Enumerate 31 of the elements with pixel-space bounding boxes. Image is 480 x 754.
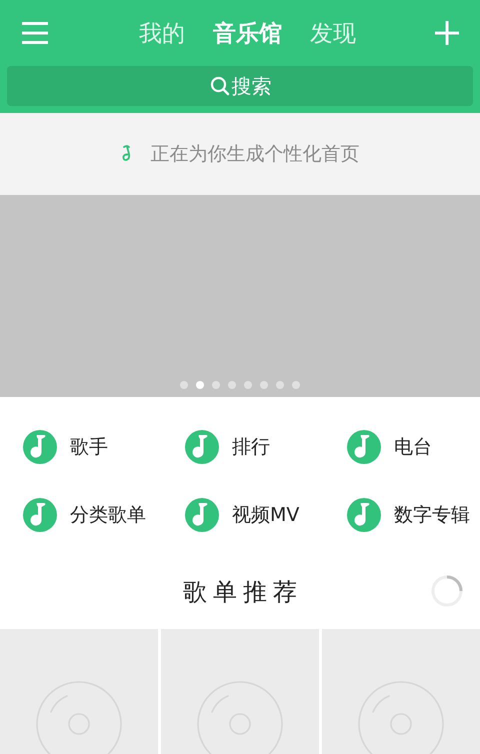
search-field[interactable]: 搜索 xyxy=(7,66,473,106)
page-dot[interactable] xyxy=(276,381,284,389)
category-item[interactable]: 歌手 xyxy=(23,413,185,481)
music-note-icon xyxy=(23,498,57,532)
music-note-icon xyxy=(347,430,381,464)
music-note-icon xyxy=(23,430,57,464)
page-dot[interactable] xyxy=(180,381,188,389)
category-item[interactable]: 分类歌单 xyxy=(23,481,185,549)
category-item[interactable]: 数字专辑 xyxy=(347,481,480,549)
page-dot[interactable] xyxy=(260,381,268,389)
add-icon[interactable] xyxy=(435,21,459,45)
search-icon xyxy=(210,76,230,96)
page-dot[interactable] xyxy=(212,381,220,389)
music-note-icon xyxy=(185,498,219,532)
page-dot[interactable] xyxy=(228,381,236,389)
page-dot[interactable] xyxy=(292,381,300,389)
playlist-cover[interactable] xyxy=(0,629,158,754)
note-icon xyxy=(120,145,132,163)
category-item[interactable]: 排行 xyxy=(185,413,347,481)
section-title: 歌单推荐 xyxy=(182,577,303,608)
category-item[interactable]: 视频MV xyxy=(185,481,347,549)
page-dot[interactable] xyxy=(196,381,204,389)
category-item[interactable]: 电台 xyxy=(347,413,480,481)
playlist-cover[interactable] xyxy=(322,629,480,754)
music-note-icon xyxy=(185,430,219,464)
banner[interactable] xyxy=(0,195,480,397)
playlist-cover[interactable] xyxy=(161,629,319,754)
loading-message: 正在为你生成个性化首页 xyxy=(150,142,360,167)
page-dot[interactable] xyxy=(244,381,252,389)
music-note-icon xyxy=(347,498,381,532)
menu-icon[interactable] xyxy=(22,22,48,44)
